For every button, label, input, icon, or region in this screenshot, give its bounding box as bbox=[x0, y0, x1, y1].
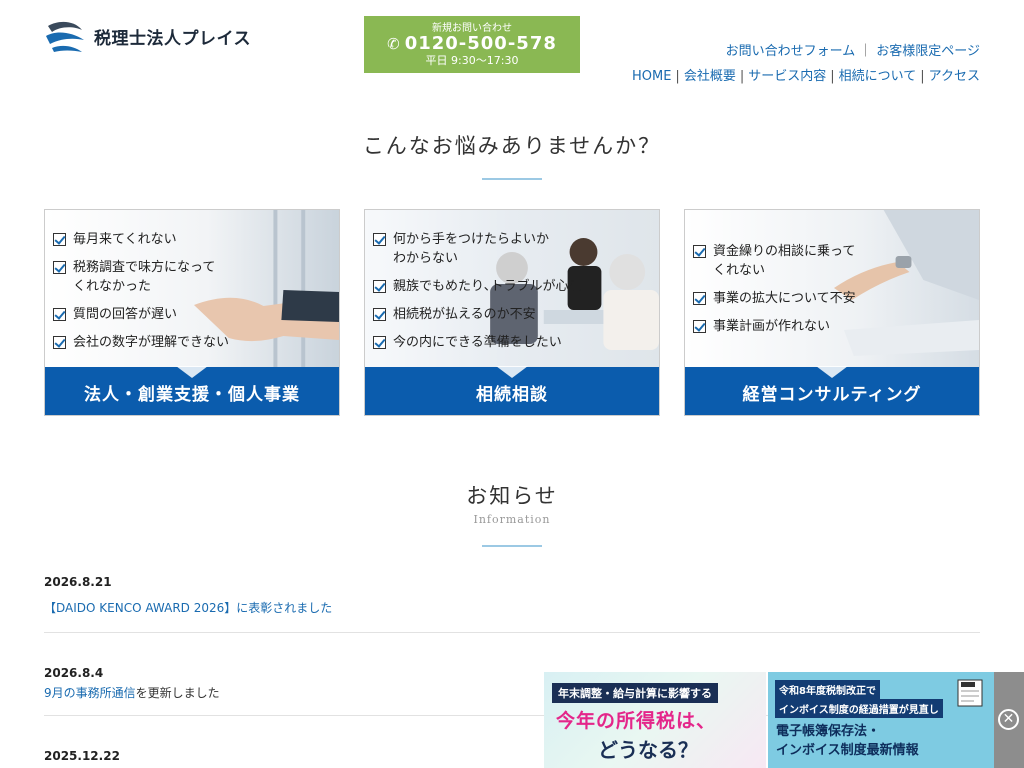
separator: | bbox=[920, 69, 925, 84]
checkbox-icon bbox=[53, 261, 66, 274]
close-icon[interactable]: ✕ bbox=[998, 709, 1019, 730]
logo-mark-icon bbox=[46, 21, 84, 52]
banner-kicker: 年末調整・給与計算に影響する bbox=[552, 683, 718, 703]
banner-headline: 電子帳簿保存法・ インボイス制度最新情報 bbox=[776, 724, 919, 758]
service-card-corporate[interactable]: 毎月来てくれない 税務調査で味方になって くれなかった 質問の回答が遅い 会社の… bbox=[44, 209, 340, 416]
checkbox-icon bbox=[373, 233, 386, 246]
contact-form-link[interactable]: お問い合わせフォーム bbox=[726, 44, 856, 59]
banner-close-bar[interactable]: ✕ bbox=[994, 672, 1024, 768]
service-card-inheritance[interactable]: 何から手をつけたらよいか わからない 親族でもめたり､トラブルが心配 相続税が払… bbox=[364, 209, 660, 416]
checkbox-icon bbox=[693, 292, 706, 305]
banner-subheadline: どうなる？ bbox=[598, 738, 698, 762]
news-text: 【DAIDO KENCO AWARD 2026】に表彰されました bbox=[44, 599, 980, 616]
separator: ｜ bbox=[859, 44, 873, 59]
document-icon bbox=[957, 679, 983, 707]
income-tax-banner[interactable]: 年末調整・給与計算に影響する 今年の所得税は、 どうなる？ bbox=[544, 672, 766, 768]
consulting-worries-list: 資金繰りの相談に乗って くれない 事業の拡大について不安 事業計画が作れない bbox=[693, 242, 856, 345]
list-item: 何から手をつけたらよいか わからない bbox=[373, 230, 582, 268]
nav-services[interactable]: サービス内容 bbox=[748, 69, 826, 84]
nav-inheritance[interactable]: 相続について bbox=[839, 69, 917, 84]
checkbox-icon bbox=[53, 336, 66, 349]
checkbox-icon bbox=[53, 233, 66, 246]
nav-access[interactable]: アクセス bbox=[929, 69, 980, 84]
banner-headline: 今年の所得税は、 bbox=[556, 710, 717, 732]
news-item: 2026.8.21 【DAIDO KENCO AWARD 2026】に表彰されま… bbox=[44, 575, 980, 616]
service-card-consulting[interactable]: 資金繰りの相談に乗って くれない 事業の拡大について不安 事業計画が作れない 経… bbox=[684, 209, 980, 416]
logo-text: 税理士法人プレイス bbox=[94, 28, 251, 49]
list-item: 資金繰りの相談に乗って くれない bbox=[693, 242, 856, 280]
list-item: 事業計画が作れない bbox=[693, 317, 856, 336]
invoice-system-banner[interactable]: 令和8年度税制改正で インボイス制度の経過措置が見直し 電子帳簿保存法・ インボ… bbox=[768, 672, 994, 768]
phone-icon: ✆ bbox=[387, 35, 401, 53]
nav-home[interactable]: HOME bbox=[632, 69, 671, 84]
card-label: 経営コンサルティング bbox=[685, 366, 979, 415]
list-item: 親族でもめたり､トラブルが心配 bbox=[373, 277, 582, 296]
list-item: 事業の拡大について不安 bbox=[693, 289, 856, 308]
banner-kicker: 令和8年度税制改正で bbox=[775, 680, 880, 699]
list-item: 税務調査で味方になって くれなかった bbox=[53, 258, 229, 296]
logo[interactable]: 税理士法人プレイス bbox=[44, 18, 251, 54]
checkbox-icon bbox=[373, 336, 386, 349]
main-nav: HOME | 会社概要 | サービス内容 | 相続について | アクセス bbox=[632, 65, 980, 84]
divider bbox=[44, 632, 980, 633]
worries-title-rule bbox=[482, 178, 542, 180]
news-title: お知らせ bbox=[466, 484, 558, 508]
checkbox-icon bbox=[693, 320, 706, 333]
news-link[interactable]: 【DAIDO KENCO AWARD 2026】に表彰されました bbox=[44, 601, 332, 615]
list-item: 今の内にできる準備をしたい bbox=[373, 333, 582, 352]
list-item: 毎月来てくれない bbox=[53, 230, 229, 249]
checkbox-icon bbox=[373, 280, 386, 293]
checkbox-icon bbox=[53, 308, 66, 321]
floating-banners: 年末調整・給与計算に影響する 今年の所得税は、 どうなる？ 令和8年度税制改正で… bbox=[544, 672, 1024, 768]
separator: | bbox=[675, 69, 680, 84]
inheritance-worries-list: 何から手をつけたらよいか わからない 親族でもめたり､トラブルが心配 相続税が払… bbox=[373, 230, 582, 361]
phone-lead: 新規お問い合わせ bbox=[432, 23, 512, 34]
members-page-link[interactable]: お客様限定ページ bbox=[876, 44, 980, 59]
nav-company[interactable]: 会社概要 bbox=[684, 69, 736, 84]
phone-number-row: ✆ 0120-500-578 bbox=[364, 34, 580, 54]
corporate-worries-list: 毎月来てくれない 税務調査で味方になって くれなかった 質問の回答が遅い 会社の… bbox=[53, 230, 229, 361]
news-title-rule bbox=[482, 545, 542, 547]
worries-title: こんなお悩みありませんか？ bbox=[362, 134, 662, 158]
checkbox-icon bbox=[693, 245, 706, 258]
news-subtitle: Information bbox=[473, 513, 551, 526]
top-links: お問い合わせフォーム｜お客様限定ページ bbox=[726, 40, 980, 59]
list-item: 会社の数字が理解できない bbox=[53, 333, 229, 352]
checkbox-icon bbox=[373, 308, 386, 321]
phone-hours: 平日 9:30〜17:30 bbox=[425, 54, 519, 67]
phone-number: 0120-500-578 bbox=[404, 33, 557, 54]
separator: | bbox=[830, 69, 835, 84]
list-item: 相続税が払えるのか不安 bbox=[373, 305, 582, 324]
phone-contact-box[interactable]: 新規お問い合わせ ✆ 0120-500-578 平日 9:30〜17:30 bbox=[364, 16, 580, 73]
news-date: 2026.8.21 bbox=[44, 575, 112, 589]
card-label: 相続相談 bbox=[365, 366, 659, 415]
banner-kicker-2: インボイス制度の経過措置が見直し bbox=[775, 699, 943, 718]
card-label: 法人・創業支援・個人事業 bbox=[45, 366, 339, 415]
list-item: 質問の回答が遅い bbox=[53, 305, 229, 324]
separator: | bbox=[739, 69, 745, 84]
news-link[interactable]: 9月の事務所通信 bbox=[44, 686, 136, 700]
